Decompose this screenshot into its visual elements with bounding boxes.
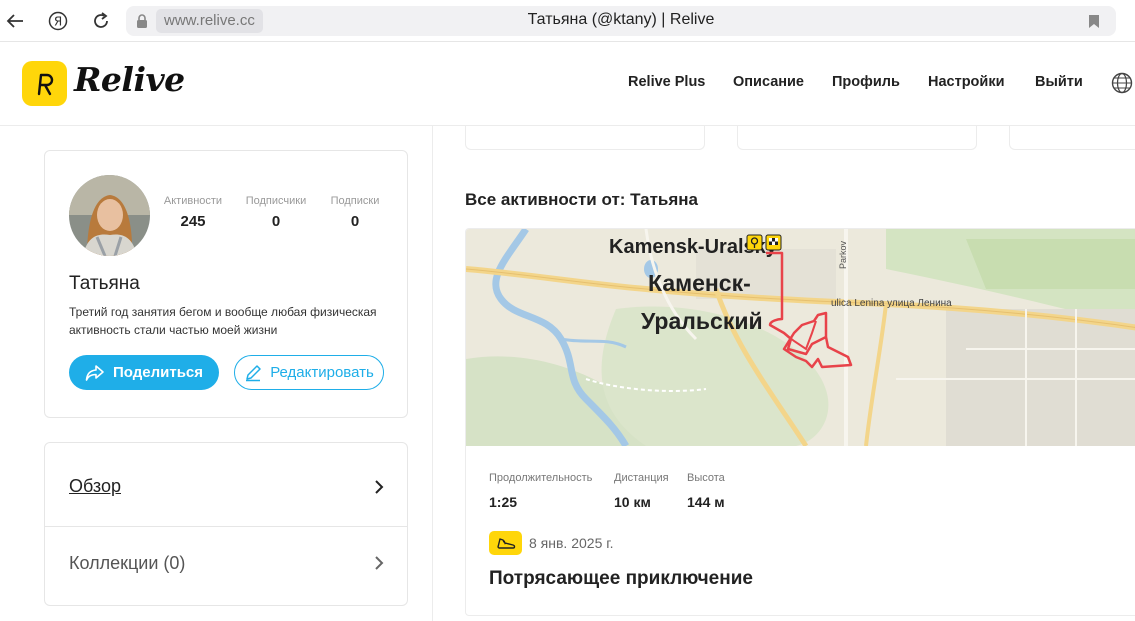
previous-card-stub (1009, 126, 1135, 150)
finish-flag-icon (765, 234, 782, 251)
share-icon (85, 364, 104, 381)
pencil-icon (246, 364, 261, 381)
map-label-city-ru: Каменск- (648, 270, 751, 296)
map-label-park: Parkov (838, 240, 848, 269)
chevron-right-icon (375, 479, 384, 494)
back-arrow-icon[interactable] (2, 8, 28, 34)
profile-bio-line: активность стали частью моей жизни (69, 323, 278, 337)
edit-button-label: Редактировать (270, 364, 374, 381)
nav-relive-plus[interactable]: Relive Plus (628, 74, 705, 90)
yandex-icon[interactable]: Я (45, 8, 71, 34)
activity-stat-elevation: Высота 144 м (687, 472, 725, 510)
profile-card: Активности 245 Подписчики 0 Подписки 0 Т… (44, 150, 408, 418)
running-shoe-icon (489, 531, 522, 555)
map-label-street: ulica Lenina улица Ленина (831, 298, 952, 309)
nav-logout[interactable]: Выйти (1035, 74, 1083, 90)
profile-bio-line: Третий год занятия бегом и вообще любая … (69, 305, 377, 319)
stat-followers[interactable]: Подписчики 0 (231, 195, 321, 230)
map-label-city-ru: Уральский (641, 308, 763, 334)
bookmark-icon[interactable] (1088, 14, 1100, 29)
site-header: Relive Relive Plus Описание Профиль Наст… (0, 42, 1135, 126)
previous-card-stub (737, 126, 977, 150)
activity-stat-distance: Дистанция 10 км (614, 472, 669, 510)
activity-date: 8 янв. 2025 г. (529, 535, 614, 551)
reload-icon[interactable] (88, 8, 114, 34)
previous-card-stub (465, 126, 705, 150)
start-marker-icon (746, 234, 763, 251)
menu-item-overview[interactable]: Обзор (45, 447, 407, 527)
activity-card[interactable]: Kamensk-Uralsky Каменск- Уральский ulica… (465, 228, 1135, 616)
activity-stat-duration: Продолжительность 1:25 (489, 472, 593, 510)
share-button[interactable]: Поделиться (69, 355, 219, 390)
edit-button[interactable]: Редактировать (234, 355, 384, 390)
relive-logo-icon[interactable] (22, 61, 67, 106)
activity-map[interactable]: Kamensk-Uralsky Каменск- Уральский ulica… (466, 229, 1135, 446)
svg-text:Я: Я (54, 15, 62, 29)
profile-menu: Обзор Коллекции (0) (44, 442, 408, 606)
globe-icon[interactable] (1111, 72, 1133, 94)
profile-bio: Третий год занятия бегом и вообще любая … (69, 303, 389, 339)
menu-item-label: Обзор (69, 476, 121, 496)
nav-description[interactable]: Описание (733, 74, 804, 90)
section-title: Все активности от: Татьяна (465, 190, 698, 209)
relive-logo-text[interactable]: Relive (74, 60, 185, 99)
address-bar[interactable]: www.relive.cc Татьяна (@ktany) | Relive (126, 6, 1116, 36)
browser-toolbar: Я www.relive.cc Татьяна (@ktany) | Reliv… (0, 0, 1135, 42)
profile-name: Татьяна (69, 273, 140, 294)
menu-item-label: Коллекции (0) (69, 552, 186, 573)
chevron-right-icon (375, 556, 384, 570)
stat-following[interactable]: Подписки 0 (310, 195, 400, 230)
activity-title[interactable]: Потрясающее приключение (489, 568, 753, 590)
page-title: Татьяна (@ktany) | Relive (527, 11, 715, 28)
avatar[interactable] (69, 175, 150, 256)
nav-settings[interactable]: Настройки (928, 74, 1005, 90)
menu-item-collections[interactable]: Коллекции (0) (45, 523, 407, 603)
nav-profile[interactable]: Профиль (832, 74, 900, 90)
column-divider (432, 126, 433, 621)
share-button-label: Поделиться (112, 364, 204, 381)
stat-activities[interactable]: Активности 245 (148, 195, 238, 230)
